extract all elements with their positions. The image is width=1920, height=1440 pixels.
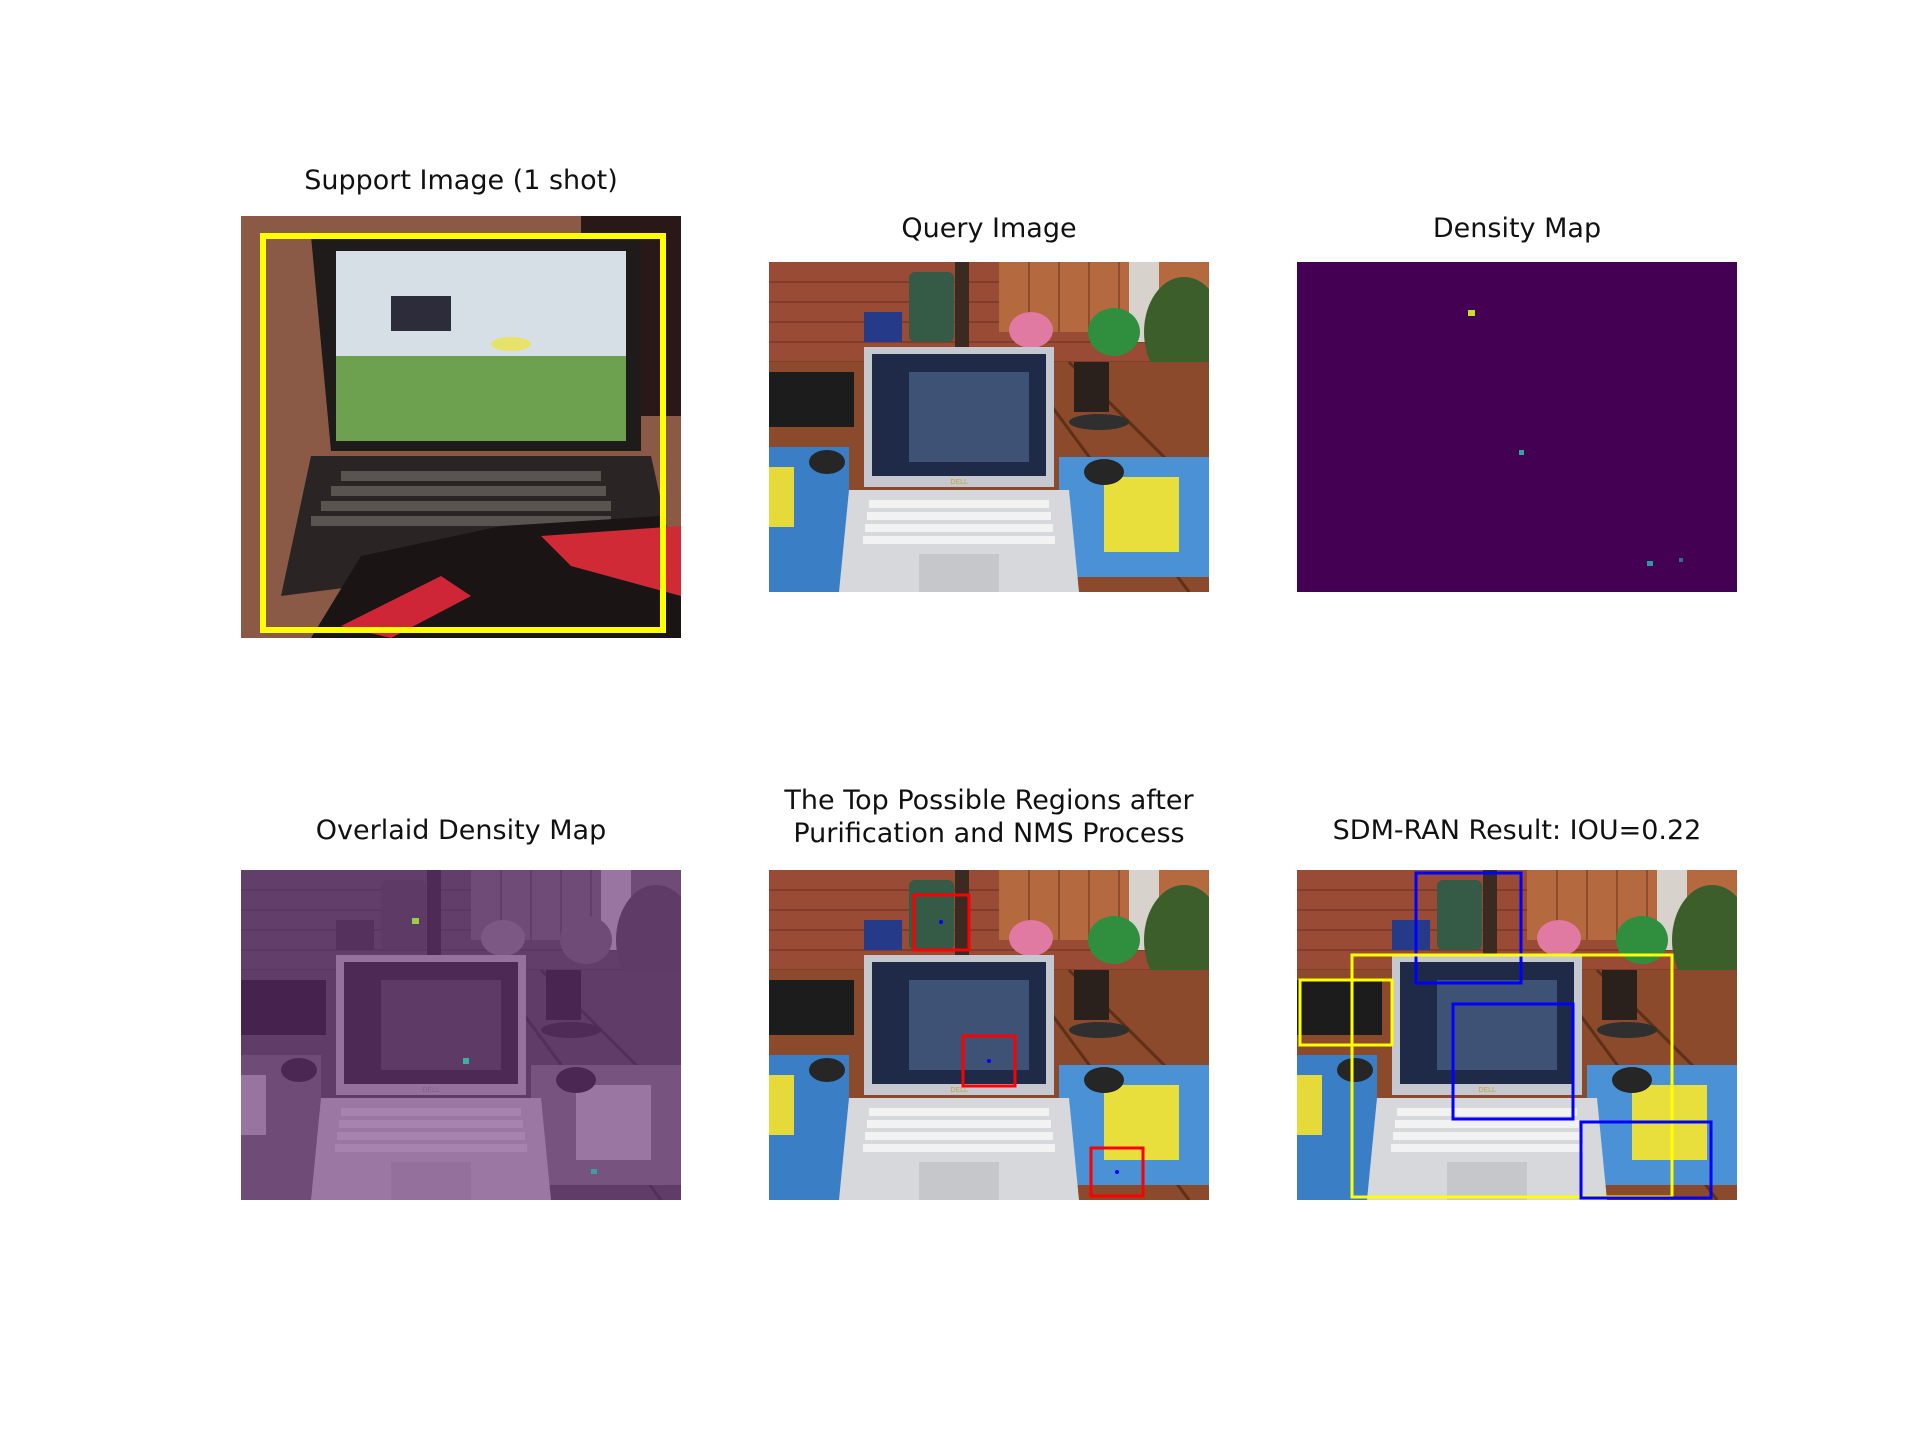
- support-image: [241, 216, 681, 638]
- density-panel: Density Map: [1297, 200, 1737, 600]
- density-peak-1: [1468, 310, 1475, 316]
- density-title: Density Map: [1432, 213, 1602, 244]
- density-image: [1297, 262, 1737, 592]
- regions-title: The Top Possible Regions after Purificat…: [784, 785, 1194, 849]
- query-panel: Query Image: [769, 200, 1209, 600]
- density-peak-2: [1519, 450, 1524, 455]
- overlaid-title: Overlaid Density Map: [315, 815, 607, 846]
- density-peak-3: [1647, 561, 1653, 566]
- overlaid-image: [241, 870, 681, 1200]
- query-image: [769, 262, 1209, 592]
- result-title: SDM-RAN Result: IOU=0.22: [1332, 815, 1702, 846]
- density-peak-4: [1679, 558, 1683, 562]
- regions-panel: The Top Possible Regions after Purificat…: [769, 780, 1209, 1210]
- support-title: Support Image (1 shot): [304, 165, 618, 196]
- overlaid-panel: Overlaid Density Map: [241, 810, 681, 1210]
- support-panel: Support Image (1 shot): [241, 160, 681, 640]
- result-panel: SDM-RAN Result: IOU=0.22: [1297, 810, 1737, 1210]
- regions-image: [769, 870, 1209, 1200]
- query-title: Query Image: [901, 213, 1077, 244]
- result-image: [1297, 870, 1737, 1200]
